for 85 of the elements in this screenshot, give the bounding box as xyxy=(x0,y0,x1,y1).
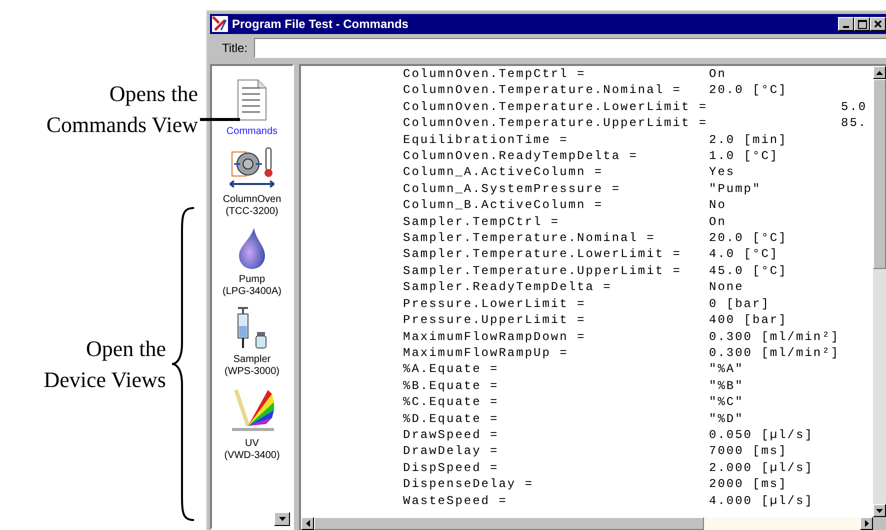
command-value: 45.0 [°C] xyxy=(709,262,788,280)
command-name: ColumnOven.Temperature.UpperLimit = xyxy=(403,115,709,132)
command-value: 4.000 [µl/s] xyxy=(709,492,814,509)
command-value: "%C" xyxy=(709,394,744,411)
caret-icon xyxy=(864,520,868,527)
command-value: 0 [bar] xyxy=(709,296,770,312)
command-name: Pressure.LowerLimit = xyxy=(403,296,587,312)
command-name: ColumnOven.Temperature.Nominal = xyxy=(403,82,682,99)
command-value: 2.0 [min] xyxy=(709,132,788,148)
command-value: "%A" xyxy=(709,361,744,378)
title-input-field[interactable] xyxy=(254,38,886,58)
command-name: DrawDelay = xyxy=(403,443,500,460)
command-name: EquilibrationTime = xyxy=(403,132,570,148)
command-value: 7000 [ms] xyxy=(709,443,788,460)
scroll-right-button[interactable] xyxy=(860,517,873,530)
command-name: WasteSpeed = xyxy=(403,492,508,509)
caret-icon xyxy=(876,508,883,512)
command-value: On xyxy=(709,66,726,82)
maximize-button[interactable] xyxy=(854,17,870,31)
annotation-text: Opens the Commands View xyxy=(45,80,198,139)
command-name: DispenseDelay = xyxy=(403,476,535,493)
command-value: 4.0 [°C] xyxy=(709,246,779,263)
command-value: 2000 [ms] xyxy=(709,476,788,493)
command-name: Column_B.ActiveColumn = xyxy=(403,197,604,214)
command-value: 85. xyxy=(841,115,868,132)
command-name: Column_A.SystemPressure = xyxy=(403,180,622,198)
command-name: %A.Equate = xyxy=(403,361,500,378)
command-name: ColumnOven.ReadyTempDelta = xyxy=(403,148,639,164)
command-value: 400 [bar] xyxy=(709,312,788,328)
command-name: Sampler.Temperature.UpperLimit = xyxy=(403,262,682,280)
caret-icon xyxy=(278,517,286,521)
sidebar-item[interactable]: UV (VWD-3400) xyxy=(224,386,280,462)
command-name: MaximumFlowRampUp = xyxy=(403,344,570,362)
command-value: 1.0 [°C] xyxy=(709,148,779,164)
command-name: DispSpeed = xyxy=(403,460,500,476)
command-value: On xyxy=(709,214,726,230)
command-name: ColumnOven.TempCtrl = xyxy=(403,66,587,82)
command-name: %C.Equate = xyxy=(403,394,500,411)
command-name: MaximumFlowRampDown = xyxy=(403,328,587,345)
annotation-text: Open the Device Views xyxy=(42,335,166,394)
command-value: No xyxy=(709,197,726,214)
scroll-down-button[interactable] xyxy=(274,512,290,526)
close-icon xyxy=(874,20,882,28)
command-value: 5.0 xyxy=(841,98,868,116)
scroll-down-button[interactable] xyxy=(873,504,886,517)
command-value: "%B" xyxy=(709,378,744,394)
window-title: Program File Test - Commands xyxy=(232,16,408,33)
command-name: DrawSpeed = xyxy=(403,426,500,444)
maximize-icon xyxy=(858,20,866,28)
title-label: Title: xyxy=(222,40,248,57)
command-value: Yes xyxy=(709,164,736,181)
command-name: Sampler.TempCtrl = xyxy=(403,214,561,230)
command-name: %B.Equate = xyxy=(403,378,500,394)
command-value: 2.000 [µl/s] xyxy=(709,460,814,476)
sidebar-item[interactable]: Commands xyxy=(226,78,278,138)
curly-brace-icon xyxy=(170,206,196,522)
command-value: 0.300 [ml/min²] xyxy=(709,344,840,362)
scroll-thumb[interactable] xyxy=(314,517,704,530)
scroll-up-button[interactable] xyxy=(873,66,886,79)
caret-icon xyxy=(876,70,883,74)
command-name: Pressure.UpperLimit = xyxy=(403,312,587,328)
command-name: %D.Equate = xyxy=(403,410,500,427)
leader-line xyxy=(200,118,240,121)
command-value: "Pump" xyxy=(709,180,762,198)
scroll-thumb[interactable] xyxy=(873,79,886,269)
app-icon xyxy=(212,16,228,32)
command-name: Column_A.ActiveColumn = xyxy=(403,164,604,181)
command-name: Sampler.ReadyTempDelta = xyxy=(403,279,613,296)
scroll-left-button[interactable] xyxy=(301,517,314,530)
sidebar-item[interactable]: Sampler (WPS-3000) xyxy=(224,306,280,378)
command-value: 0.300 [ml/min²] xyxy=(709,328,840,345)
command-name: Sampler.Temperature.LowerLimit = xyxy=(403,246,682,263)
command-name: Sampler.Temperature.Nominal = xyxy=(403,230,656,246)
command-name: ColumnOven.Temperature.LowerLimit = xyxy=(403,98,709,116)
command-value: None xyxy=(709,279,744,296)
sidebar-item[interactable]: ColumnOven (TCC-3200) xyxy=(222,146,282,218)
sidebar-item[interactable]: Pump (LPG-3400A) xyxy=(222,226,282,298)
command-value: 20.0 [°C] xyxy=(709,230,788,246)
minimize-button[interactable] xyxy=(838,17,854,31)
caret-icon xyxy=(306,520,310,527)
command-value: 20.0 [°C] xyxy=(709,82,788,99)
command-value: 0.050 [µl/s] xyxy=(709,426,814,444)
command-value: "%D" xyxy=(709,410,744,427)
scrollbar-corner xyxy=(873,517,886,530)
close-button[interactable] xyxy=(870,17,886,31)
